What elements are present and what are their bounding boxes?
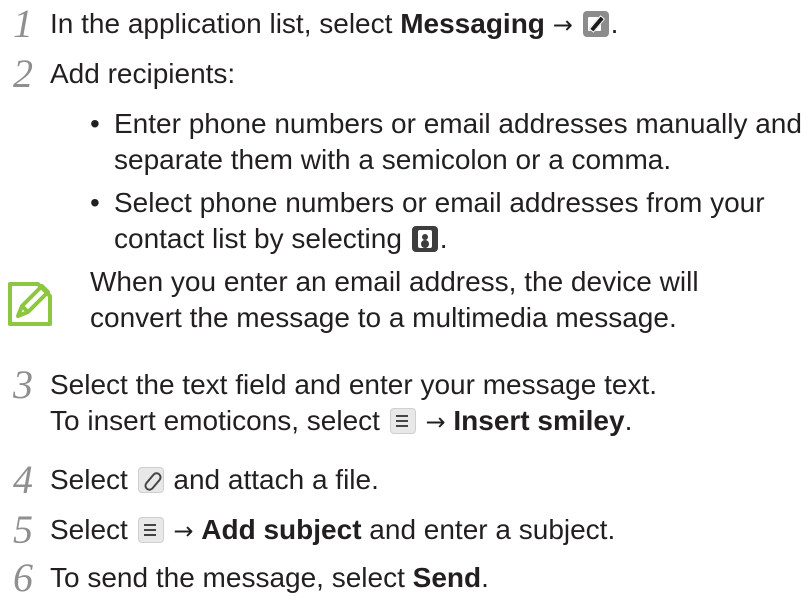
bullet-text: Enter phone numbers or email addresses m…	[114, 106, 802, 178]
step-text: Select → Add subject and enter a subject…	[50, 512, 615, 549]
bullet-line-1: Select phone numbers or email addresses …	[114, 187, 765, 218]
bullet-line-1: Enter phone numbers or email addresses m…	[114, 108, 802, 139]
arrow: →	[552, 11, 573, 39]
menu-icon	[137, 517, 164, 543]
step-number: 4	[13, 457, 33, 502]
step-text: Select the text field and enter your mes…	[50, 367, 657, 440]
step-number: 2	[13, 51, 33, 96]
step-3-line-2-text: To insert emoticons, select	[50, 405, 380, 436]
compose-icon	[582, 11, 609, 37]
bullet-line-2-end: .	[439, 223, 448, 254]
step-5-post: and enter a subject.	[361, 514, 616, 545]
add-subject-label: Add subject	[201, 514, 362, 545]
send-label: Send	[412, 562, 482, 593]
note-icon	[8, 282, 52, 326]
menu-icon	[389, 408, 416, 434]
step-text: Add recipients:	[50, 58, 236, 89]
step-4-post: and attach a file.	[173, 464, 379, 495]
attach-icon	[137, 467, 164, 493]
bullet-dot: •	[90, 108, 100, 139]
bullet-line-2: separate them with a semicolon or a comm…	[114, 144, 672, 175]
messaging-label: Messaging	[400, 8, 545, 39]
step-1-end: .	[610, 8, 619, 39]
note-line-2: convert the message to a multimedia mess…	[90, 302, 677, 333]
step-text: In the application list, select Messagin…	[50, 6, 618, 43]
step-3-end: .	[624, 405, 633, 436]
step-6-pre: To send the message, select	[50, 562, 413, 593]
step-5-pre: Select	[50, 514, 128, 545]
step-number: 6	[13, 555, 33, 600]
step-number: 5	[13, 507, 33, 552]
contacts-icon	[411, 226, 438, 252]
step-text: To send the message, select Send.	[50, 560, 489, 596]
bullet-text: Select phone numbers or email addresses …	[114, 185, 765, 257]
arrow: →	[173, 517, 194, 545]
step-number: 3	[13, 362, 33, 407]
note-line-1: When you enter an email address, the dev…	[90, 266, 699, 297]
bullet-dot: •	[90, 187, 100, 218]
step-6-end: .	[481, 562, 489, 593]
bullet-line-2-text: contact list by selecting	[114, 223, 402, 254]
arrow: →	[425, 408, 446, 436]
step-text: Select and attach a file.	[50, 462, 379, 498]
insert-smiley-label: Insert smiley	[453, 405, 625, 436]
note-text: When you enter an email address, the dev…	[90, 264, 699, 336]
step-number: 1	[13, 1, 33, 46]
step-4-pre: Select	[50, 464, 128, 495]
step-3-line-2: To insert emoticons, select → Insert smi…	[50, 403, 657, 440]
step-1-text: In the application list, select	[50, 8, 401, 39]
step-3-line-1: Select the text field and enter your mes…	[50, 369, 658, 400]
bullet-line-2: contact list by selecting .	[114, 221, 765, 257]
